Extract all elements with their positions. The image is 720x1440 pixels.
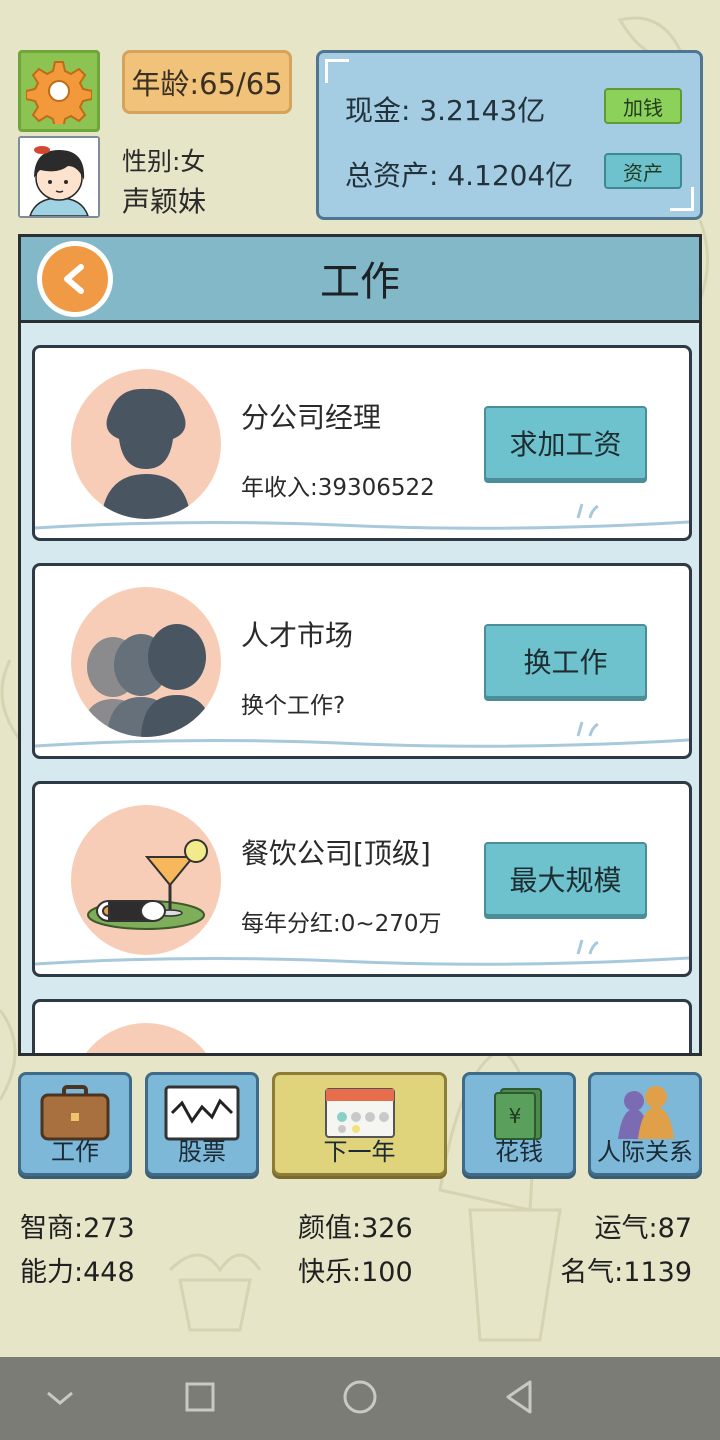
job-card: 人才市场 换个工作? 换工作 <box>32 563 692 759</box>
job-icon-circle <box>71 1023 221 1053</box>
job-card-partial <box>32 999 692 1053</box>
back-nav-icon[interactable] <box>502 1377 536 1417</box>
gear-icon <box>26 61 92 124</box>
system-navigation-bar <box>0 1357 720 1440</box>
wave-decoration <box>35 503 689 530</box>
money-panel: 现金: 3.2143亿 加钱 总资产: 4.1204亿 资产 <box>316 50 703 220</box>
panel-header: 工作 <box>21 237 699 323</box>
stat-luck: 运气:87 <box>594 1213 692 1244</box>
age-badge: 年龄:65/65 <box>122 50 292 114</box>
work-panel: 工作 分公司经理 年收入:39306522 求加工资 人才市场 换个工作? 换工… <box>18 234 702 1056</box>
chevron-down-icon[interactable] <box>44 1377 76 1417</box>
assets-button[interactable]: 资产 <box>604 153 682 189</box>
calendar-icon <box>324 1088 395 1138</box>
svg-text:¥: ¥ <box>509 1104 522 1128</box>
age-label: 年龄:65/65 <box>131 67 283 101</box>
gender-label: 性别:女 <box>122 147 206 176</box>
job-icon-circle <box>71 587 221 737</box>
cocktail-sushi-icon <box>87 839 208 930</box>
corner-decoration <box>670 187 694 211</box>
wave-decoration <box>35 939 689 966</box>
avatar[interactable] <box>18 136 100 218</box>
home-icon[interactable] <box>342 1377 378 1417</box>
max-scale-button[interactable]: 最大规模 <box>484 842 647 916</box>
business-card: 餐饮公司[顶级] 每年分红:0~270万 最大规模 <box>32 781 692 977</box>
change-job-button[interactable]: 换工作 <box>484 624 647 698</box>
stat-looks: 颜值:326 <box>298 1213 413 1244</box>
corner-decoration <box>325 59 349 83</box>
nav-relationships-button[interactable]: 人际关系 <box>588 1072 702 1176</box>
character-name: 声颖妹 <box>122 185 207 218</box>
nav-label: 下一年 <box>323 1138 396 1166</box>
stat-ability: 能力:448 <box>20 1257 135 1288</box>
nav-stocks-button[interactable]: 股票 <box>145 1072 259 1176</box>
nav-next-year-button[interactable]: 下一年 <box>272 1072 447 1176</box>
silhouette-icon <box>101 388 191 519</box>
raise-salary-button[interactable]: 求加工资 <box>484 406 647 480</box>
card-subtitle: 年收入:39306522 <box>241 475 435 501</box>
recent-apps-icon[interactable] <box>184 1377 216 1417</box>
card-title: 餐饮公司[顶级] <box>241 837 431 870</box>
nav-label: 人际关系 <box>597 1138 693 1166</box>
stat-iq: 智商:273 <box>20 1213 135 1244</box>
card-title: 分公司经理 <box>241 401 382 434</box>
job-icon-circle <box>71 369 221 519</box>
stat-fame: 名气:1139 <box>560 1257 692 1288</box>
stat-happiness: 快乐:100 <box>298 1257 413 1288</box>
group-silhouette-icon <box>81 624 213 737</box>
wave-decoration <box>35 721 689 748</box>
nav-work-button[interactable]: 工作 <box>18 1072 132 1176</box>
nav-label: 股票 <box>178 1138 226 1166</box>
card-title: 人才市场 <box>241 619 354 652</box>
add-money-button[interactable]: 加钱 <box>604 88 682 124</box>
total-assets-label: 总资产: 4.1204亿 <box>345 159 574 192</box>
cash-label: 现金: 3.2143亿 <box>345 94 546 127</box>
card-subtitle: 换个工作? <box>241 693 346 719</box>
nav-label: 工作 <box>51 1138 99 1166</box>
nav-spend-button[interactable]: ¥ 花钱 <box>462 1072 576 1176</box>
avatar-girl-icon <box>20 138 98 216</box>
job-card: 分公司经理 年收入:39306522 求加工资 <box>32 345 692 541</box>
card-subtitle: 每年分红:0~270万 <box>241 911 442 937</box>
settings-button[interactable] <box>18 50 100 132</box>
nav-label: 花钱 <box>495 1138 543 1166</box>
job-icon-circle <box>71 805 221 955</box>
page-title: 工作 <box>320 259 400 305</box>
